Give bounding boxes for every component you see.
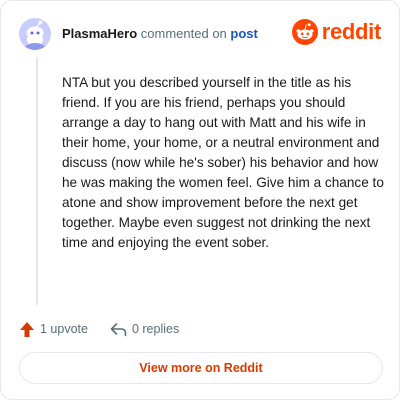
view-more-button[interactable]: View more on Reddit bbox=[19, 352, 383, 384]
reddit-brand[interactable]: reddit bbox=[291, 19, 382, 45]
reply-count: 0 replies bbox=[131, 322, 180, 336]
comment-actions: 1 upvote 0 replies bbox=[19, 319, 179, 339]
reddit-wordmark: reddit bbox=[321, 19, 382, 44]
upvote-count: 1 upvote bbox=[40, 322, 88, 336]
post-link[interactable]: post bbox=[230, 26, 257, 41]
snoo-avatar-icon[interactable] bbox=[19, 18, 51, 50]
reddit-embed-card: PlasmaHero commented on post reddit NTA … bbox=[0, 0, 400, 400]
upvote-arrow-icon bbox=[20, 321, 34, 337]
comment-meta: PlasmaHero commented on post bbox=[62, 26, 258, 42]
username-link[interactable]: PlasmaHero bbox=[62, 26, 137, 41]
reply-icon bbox=[110, 322, 127, 336]
upvote-button[interactable]: 1 upvote bbox=[19, 321, 88, 338]
reply-button[interactable]: 0 replies bbox=[110, 322, 179, 337]
commented-on-text: commented on bbox=[140, 26, 227, 41]
comment-body: NTA but you described yourself in the ti… bbox=[62, 75, 384, 250]
reddit-logo-icon bbox=[291, 19, 318, 45]
thread-line bbox=[36, 57, 38, 305]
